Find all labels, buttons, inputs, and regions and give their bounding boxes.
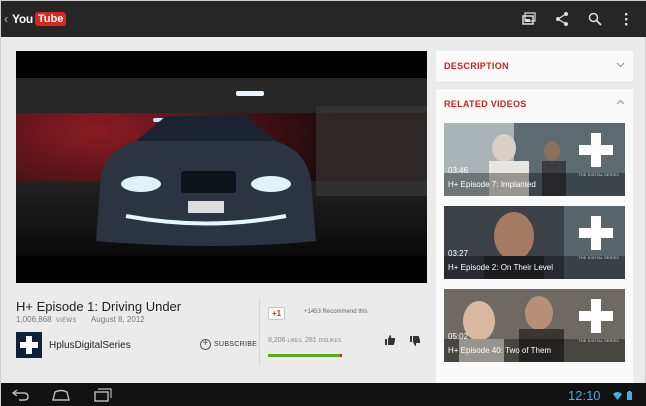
wifi-icon	[613, 392, 622, 400]
hplus-cross-icon	[579, 299, 613, 333]
video-title: H+ Episode 1: Driving Under	[16, 299, 182, 314]
share-icon[interactable]	[553, 10, 571, 28]
thumbnail-series-label: THE DIGITAL SERIES	[578, 173, 619, 177]
video-player[interactable]	[16, 51, 427, 283]
view-count: 1,006,868	[16, 315, 52, 324]
views-label: VIEWS	[55, 318, 77, 324]
chevron-up-icon[interactable]	[616, 98, 625, 107]
overflow-menu-icon[interactable]	[617, 10, 635, 28]
video-frame-car-in-garage	[16, 51, 427, 283]
back-chevron-icon[interactable]: ‹	[4, 12, 8, 26]
clock[interactable]: 12:10	[568, 388, 601, 403]
chevron-down-icon	[616, 62, 625, 68]
likes-label: LIKES,	[287, 338, 304, 344]
add-circle-icon: +	[200, 339, 211, 350]
recent-apps-icon[interactable]	[92, 387, 112, 403]
action-bar: ‹ You Tube	[1, 1, 646, 37]
plus-logo-icon	[20, 336, 38, 354]
video-meta: 1,006,868 VIEWS August 8, 2012	[16, 315, 145, 324]
like-ratio-fill	[268, 354, 340, 357]
description-panel[interactable]: DESCRIPTION	[436, 51, 633, 81]
related-videos-label: RELATED VIDEOS	[444, 99, 527, 109]
video-title: H+ Episode 40: Two of Them	[448, 346, 552, 355]
thumbs-up-icon[interactable]	[384, 334, 396, 346]
subscribe-label: SUBSCRIBE	[214, 341, 258, 348]
battery-icon	[627, 391, 632, 400]
video-duration: 03:27	[448, 249, 469, 258]
info-divider	[259, 299, 260, 365]
channel-avatar[interactable]	[16, 332, 42, 358]
related-video-item[interactable]: THE DIGITAL SERIES 05:02 H+ Episode 40: …	[444, 289, 625, 362]
hplus-cross-icon	[579, 133, 613, 167]
dislike-count: 281	[305, 337, 317, 344]
video-title: H+ Episode 2: On Their Level	[448, 263, 554, 272]
upload-date: August 8, 2012	[90, 315, 145, 324]
related-videos-panel: RELATED VIDEOS THE DIGITAL SERIES 03:46 …	[436, 89, 633, 383]
home-icon[interactable]	[51, 387, 71, 403]
search-icon[interactable]	[586, 10, 604, 28]
subscribe-button[interactable]: + SUBSCRIBE	[200, 339, 257, 350]
channel-name[interactable]: HplusDigitalSeries	[49, 340, 131, 351]
recommend-text: +1453 Recommend this	[304, 309, 368, 315]
back-icon[interactable]	[11, 387, 31, 403]
cast-icon[interactable]	[519, 10, 537, 28]
video-duration: 05:02	[448, 332, 469, 341]
like-count: 8,206	[268, 337, 286, 344]
thumbnail-series-label: THE DIGITAL SERIES	[578, 339, 619, 343]
thumbs-down-icon[interactable]	[409, 335, 421, 347]
video-title: H+ Episode 7: Implanted	[448, 180, 536, 189]
app-window: ‹ You Tube H+ Episode 1: Driving Under 1…	[0, 0, 646, 406]
likes-summary: 8,206 LIKES, 281 DISLIKES	[268, 337, 341, 344]
youtube-logo[interactable]: You Tube	[12, 10, 67, 28]
like-ratio-bar	[268, 354, 342, 357]
logo-tube-text: Tube	[34, 12, 67, 26]
logo-you-text: You	[12, 12, 33, 26]
related-video-item[interactable]: THE DIGITAL SERIES 03:27 H+ Episode 2: O…	[444, 206, 625, 279]
video-duration: 03:46	[448, 166, 469, 175]
related-video-item[interactable]: THE DIGITAL SERIES 03:46 H+ Episode 7: I…	[444, 123, 625, 196]
system-navigation-bar: 12:10	[1, 383, 646, 406]
thumbnail-series-label: THE DIGITAL SERIES	[578, 256, 619, 260]
hplus-cross-icon	[579, 216, 613, 250]
google-plus-one-button[interactable]: +1	[268, 307, 286, 320]
description-label: DESCRIPTION	[444, 61, 509, 71]
dislikes-label: DISLIKES	[318, 338, 342, 344]
